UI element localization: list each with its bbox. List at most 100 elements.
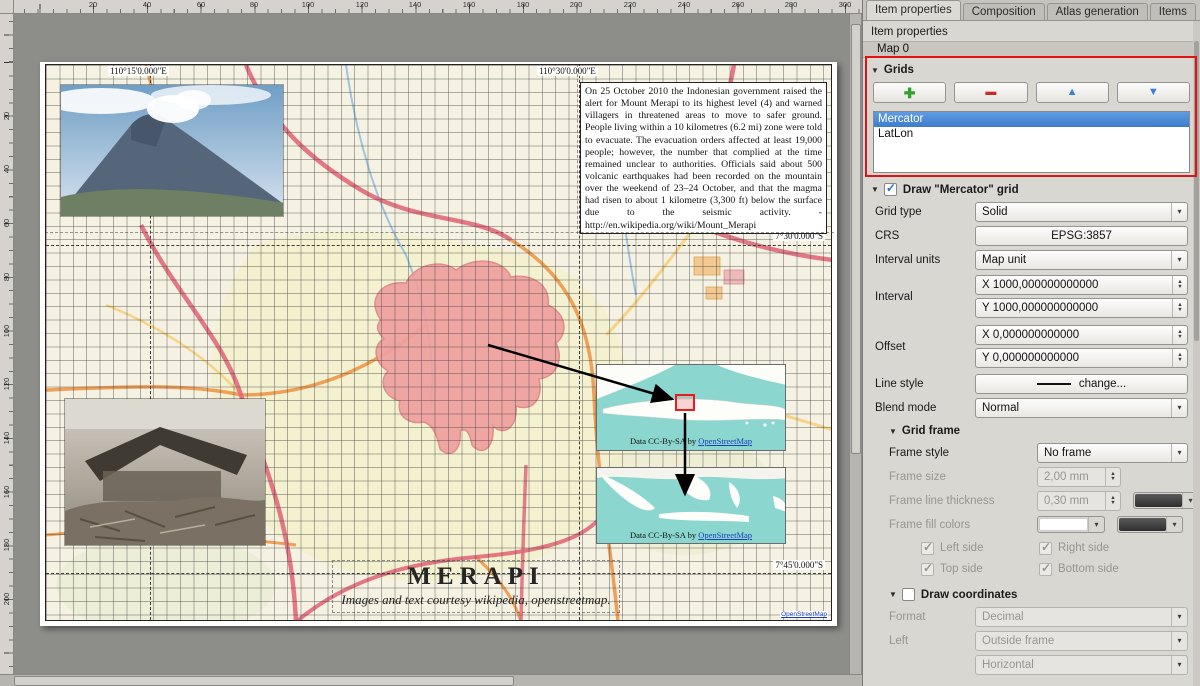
- spinner-arrows-icon[interactable]: ▲▼: [1172, 299, 1187, 317]
- frame-fill-color1-button[interactable]: ▾: [1037, 516, 1105, 533]
- vertical-scrollbar[interactable]: [849, 14, 861, 674]
- crs-button[interactable]: EPSG:3857: [975, 226, 1188, 246]
- scrollbar-thumb[interactable]: [851, 24, 861, 454]
- collapse-triangle-icon[interactable]: ▼: [889, 590, 897, 599]
- draw-coordinates-label: Draw coordinates: [921, 589, 1018, 601]
- ruler-tick-label: 120: [0, 377, 14, 391]
- ruler-tick-label: 260: [732, 0, 745, 9]
- draw-grid-label: Draw "Mercator" grid: [903, 184, 1019, 196]
- interval-y-spinbox[interactable]: Y 1000,000000000000 ▲▼: [975, 298, 1188, 318]
- grids-label: Grids: [884, 64, 914, 76]
- chevron-down-icon: ▾: [1171, 632, 1187, 650]
- grid-coordinate-label: 110°30'0.000"E: [537, 66, 598, 76]
- frame-size-spinbox[interactable]: 2,00 mm ▲▼: [1037, 467, 1121, 487]
- draw-coordinates-form: Format Decimal ▾ Left Outside frame ▾ Ho…: [863, 605, 1200, 676]
- frame-line-color-button[interactable]: ▾: [1133, 492, 1199, 509]
- panel-title: Item properties: [871, 26, 1200, 38]
- line-style-button[interactable]: change...: [975, 374, 1188, 394]
- frame-style-value: No frame: [1044, 447, 1091, 459]
- right-side-label: Right side: [1058, 542, 1109, 554]
- blend-mode-label: Blend mode: [875, 402, 975, 414]
- tab-item-properties[interactable]: Item properties: [866, 0, 961, 20]
- format-select[interactable]: Decimal ▾: [975, 607, 1188, 627]
- scrollbar-thumb[interactable]: [14, 676, 514, 686]
- panel-scrollbar[interactable]: [1193, 21, 1200, 686]
- format-value: Decimal: [982, 611, 1024, 623]
- osm-link[interactable]: OpenStreetMap: [698, 530, 752, 540]
- tab-items[interactable]: Items: [1150, 3, 1196, 20]
- move-grid-up-button[interactable]: ▲: [1036, 82, 1109, 103]
- up-arrow-icon: ▲: [1067, 87, 1078, 98]
- frame-line-thickness-value: 0,30 mm: [1044, 495, 1089, 507]
- blend-mode-value: Normal: [982, 402, 1019, 414]
- tab-composition[interactable]: Composition: [963, 3, 1045, 20]
- scrollbar-thumb[interactable]: [1194, 41, 1199, 341]
- offset-x-spinbox[interactable]: X 0,000000000000 ▲▼: [975, 325, 1188, 345]
- frame-style-select[interactable]: No frame ▾: [1037, 443, 1188, 463]
- color-swatch: [1039, 518, 1088, 531]
- grid-list-item-latlon[interactable]: LatLon: [874, 127, 1189, 142]
- draw-coordinates-checkbox[interactable]: [902, 588, 915, 601]
- blend-mode-select[interactable]: Normal ▾: [975, 398, 1188, 418]
- tab-atlas-generation[interactable]: Atlas generation: [1047, 3, 1148, 20]
- add-grid-button[interactable]: ✚: [873, 82, 946, 103]
- overview-inset-map-2[interactable]: Data CC-By-SA by OpenStreetMap: [596, 467, 786, 544]
- map-title: MERAPI: [333, 563, 619, 591]
- osm-attribution-link[interactable]: OpenStreetMap: [780, 611, 828, 618]
- orientation-select[interactable]: Horizontal ▾: [975, 655, 1188, 675]
- spinner-arrows-icon[interactable]: ▲▼: [1172, 349, 1187, 367]
- bottom-side-checkbox[interactable]: [1039, 563, 1052, 576]
- draw-grid-checkbox[interactable]: [884, 183, 897, 196]
- right-side-checkbox[interactable]: [1039, 542, 1052, 555]
- left-side-checkbox[interactable]: [921, 542, 934, 555]
- chevron-down-icon: ▾: [1171, 656, 1187, 674]
- collapse-triangle-icon[interactable]: ▼: [889, 427, 897, 436]
- offset-y-spinbox[interactable]: Y 0,000000000000 ▲▼: [975, 348, 1188, 368]
- grid-frame-label: Grid frame: [902, 425, 960, 437]
- frame-fill-colors-label: Frame fill colors: [889, 519, 1037, 531]
- debris-photo[interactable]: [64, 398, 266, 546]
- ruler-corner: [0, 0, 14, 14]
- interval-x-spinbox[interactable]: X 1000,000000000000 ▲▼: [975, 275, 1188, 295]
- ruler-tick-label: 60: [197, 0, 205, 9]
- article-text-item[interactable]: On 25 October 2010 the Indonesian govern…: [580, 82, 827, 234]
- ruler-tick-label: 80: [0, 270, 14, 284]
- move-grid-down-button[interactable]: ▼: [1117, 82, 1190, 103]
- frame-line-thickness-spinbox[interactable]: 0,30 mm ▲▼: [1037, 491, 1121, 511]
- grid-list: Mercator LatLon: [873, 111, 1190, 173]
- grid-coordinate-label: 7°45'0.000"S: [773, 560, 825, 570]
- frame-size-label: Frame size: [889, 471, 1037, 483]
- top-side-checkbox[interactable]: [921, 563, 934, 576]
- osm-link[interactable]: OpenStreetMap: [698, 436, 752, 446]
- chevron-down-icon: ▾: [1171, 608, 1187, 626]
- horizontal-scrollbar[interactable]: [0, 674, 862, 686]
- composition-page[interactable]: 110°15'0.000"E 110°30'0.000"E 7°30'0.000…: [40, 62, 837, 626]
- volcano-photo[interactable]: [60, 84, 284, 217]
- ruler-tick-label: 140: [0, 431, 14, 445]
- title-item[interactable]: MERAPI Images and text courtesy wikipedi…: [332, 560, 620, 613]
- debris-photo-graphic: [65, 399, 266, 546]
- spinner-arrows-icon[interactable]: ▲▼: [1172, 276, 1187, 294]
- ruler-tick-label: 160: [463, 0, 476, 9]
- credit-prefix: Data CC-By-SA by: [630, 530, 698, 540]
- article-text: On 25 October 2010 the Indonesian govern…: [585, 86, 822, 231]
- remove-grid-button[interactable]: ▬: [954, 82, 1027, 103]
- grid-type-select[interactable]: Solid ▾: [975, 202, 1188, 222]
- ruler-tick-label: 140: [409, 0, 422, 9]
- collapse-triangle-icon[interactable]: ▼: [871, 185, 879, 194]
- ruler-tick-label: 160: [0, 485, 14, 499]
- interval-units-select[interactable]: Map unit ▾: [975, 250, 1188, 270]
- spinner-arrows-icon[interactable]: ▲▼: [1172, 326, 1187, 344]
- ruler-tick-label: 180: [0, 538, 14, 552]
- chevron-down-icon: ▾: [1171, 399, 1187, 417]
- spinner-arrows-icon[interactable]: ▲▼: [1105, 492, 1120, 510]
- overview-inset-map-1[interactable]: Data CC-By-SA by OpenStreetMap: [596, 364, 786, 451]
- bottom-side-label: Bottom side: [1058, 563, 1119, 575]
- collapse-triangle-icon[interactable]: ▼: [871, 66, 879, 75]
- frame-size-value: 2,00 mm: [1044, 471, 1089, 483]
- left-frame-select[interactable]: Outside frame ▾: [975, 631, 1188, 651]
- grid-list-item-mercator[interactable]: Mercator: [874, 112, 1189, 127]
- offset-label: Offset: [875, 341, 975, 353]
- frame-fill-color2-button[interactable]: ▾: [1117, 516, 1183, 533]
- spinner-arrows-icon[interactable]: ▲▼: [1105, 468, 1120, 486]
